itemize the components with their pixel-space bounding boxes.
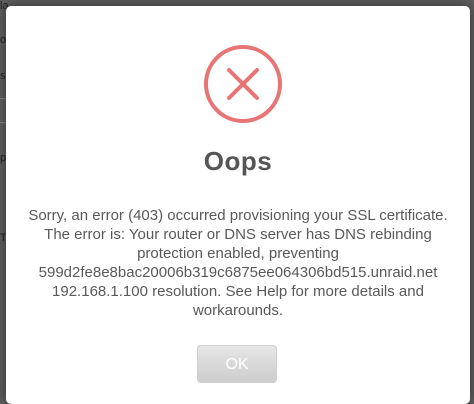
dialog-title: Oops [203, 146, 273, 176]
ok-button[interactable]: OK [197, 345, 277, 383]
error-dialog: Oops Sorry, an error (403) occurred prov… [6, 6, 470, 404]
error-icon [203, 44, 283, 124]
dialog-message: Sorry, an error (403) occurred provision… [28, 207, 448, 319]
background-text-fragment: s [0, 70, 6, 82]
